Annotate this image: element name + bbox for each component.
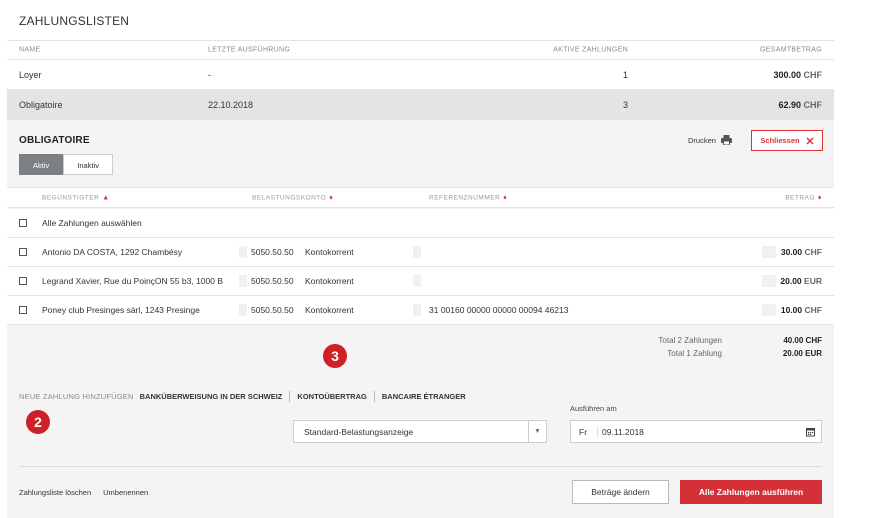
sort-arrow-icon: ▲ [102, 194, 110, 201]
list-row-total: 300.00 CHF [773, 69, 822, 80]
footer-divider [19, 466, 822, 467]
list-row-total: 62.90 CHF [778, 99, 822, 110]
total-label: Total 2 Zahlungen [658, 336, 722, 345]
sort-arrow-icon: ♦ [503, 194, 508, 201]
chevron-down-icon: ▼ [528, 421, 546, 442]
total-value: 40.00 CHF [783, 336, 822, 345]
list-table-header: NAME LETZTE AUSFÜHRUNG AKTIVE ZAHLUNGEN … [7, 41, 834, 60]
col-account[interactable]: BELASTUNGSKONTO ♦ [252, 194, 333, 201]
list-row-active-count: 1 [622, 69, 628, 80]
footer-links: Zahlungsliste löschen Umbenennen [19, 488, 148, 497]
list-row-obligatoire[interactable]: Obligatoire 22.10.2018 3 62.90 CHF [7, 90, 834, 120]
totals: Total 2 Zahlungen 40.00 CHF Total 1 Zahl… [562, 334, 822, 360]
payment-amount: 20.00 EUR [780, 276, 822, 286]
placeholder-block [239, 246, 247, 258]
close-icon [806, 136, 814, 145]
payment-account-type: Kontokorrent [305, 276, 354, 286]
total-label: Total 1 Zahlung [667, 349, 722, 358]
col-total: GESAMTBETRAG [760, 46, 822, 54]
execute-date-label: Ausführen am [570, 404, 617, 413]
payment-beneficiary: Legrand Xavier, Rue du PoinçON 55 b3, 10… [42, 276, 223, 286]
col-last-run: LETZTE AUSFÜHRUNG [208, 46, 291, 54]
payment-row[interactable]: Poney club Presinges sàrl, 1243 Presinge… [7, 296, 834, 325]
delete-list-link[interactable]: Zahlungsliste löschen [19, 488, 91, 497]
list-row-name: Obligatoire [19, 99, 63, 110]
link-account-transfer[interactable]: KONTOÜBERTRAG [297, 392, 366, 401]
change-amounts-button[interactable]: Beträge ändern [572, 480, 669, 504]
link-separator [289, 391, 291, 402]
payment-lists-panel: ZAHLUNGSLISTEN NAME LETZTE AUSFÜHRUNG AK… [7, 0, 834, 518]
select-all-label: Alle Zahlungen auswählen [42, 218, 142, 228]
list-row-last-run: 22.10.2018 [208, 99, 254, 110]
payment-reference: 31 00160 00000 00000 00094 46213 [429, 305, 569, 315]
total-line: Total 1 Zahlung 20.00 EUR [562, 347, 822, 360]
placeholder-block [762, 246, 776, 258]
placeholder-block [762, 304, 776, 316]
payments-header: BEGÜNSTIGTER ▲ BELASTUNGSKONTO ♦ REFERENZN… [7, 187, 834, 208]
debit-notice-value: Standard-Belastungsanzeige [304, 426, 414, 437]
step-badge-3: 3 [323, 344, 347, 368]
payment-beneficiary: Antonio DA COSTA, 1292 Chambésy [42, 247, 183, 257]
step-badge-2: 2 [26, 410, 50, 434]
sort-arrow-icon: ♦ [817, 194, 822, 201]
execute-all-button[interactable]: Alle Zahlungen ausführen [680, 480, 822, 504]
title-bar: ZAHLUNGSLISTEN [7, 0, 834, 41]
detail-title: OBLIGATOIRE [19, 135, 90, 146]
payment-row[interactable]: Antonio DA COSTA, 1292 Chambésy 5050.50.… [7, 238, 834, 267]
print-label: Drucken [688, 135, 716, 145]
tab-inaktiv[interactable]: Inaktiv [63, 154, 113, 175]
payment-amount: 30.00 CHF [780, 247, 822, 257]
execute-date-value: 09.11.2018 [597, 426, 644, 437]
execute-date-field[interactable]: Fr 09.11.2018 [570, 420, 822, 443]
total-line: Total 2 Zahlungen 40.00 CHF [562, 334, 822, 347]
payment-account: 5050.50.50 [251, 276, 294, 286]
payment-account-type: Kontokorrent [305, 247, 354, 257]
payment-beneficiary: Poney club Presinges sàrl, 1243 Presinge [42, 305, 200, 315]
payment-checkbox[interactable] [19, 248, 27, 256]
new-payment-label: NEUE ZAHLUNG HINZUFÜGEN [19, 392, 134, 401]
col-amount[interactable]: BETRAG ♦ [785, 194, 822, 201]
select-all-checkbox[interactable] [19, 219, 27, 227]
total-value: 20.00 EUR [782, 349, 822, 358]
link-domestic-transfer[interactable]: BANKÜBERWEISUNG IN DER SCHWEIZ [140, 392, 283, 401]
printer-icon [720, 135, 732, 145]
status-tabs: Aktiv Inaktiv [19, 154, 113, 175]
placeholder-block [413, 304, 421, 316]
list-row-last-run: - [208, 69, 211, 80]
payment-amount: 10.00 CHF [780, 305, 822, 315]
payment-checkbox[interactable] [19, 306, 27, 314]
payment-row[interactable]: Legrand Xavier, Rue du PoinçON 55 b3, 10… [7, 267, 834, 296]
debit-notice-select[interactable]: Standard-Belastungsanzeige ▼ [293, 420, 547, 443]
select-all-row[interactable]: Alle Zahlungen auswählen [7, 209, 834, 238]
close-button[interactable]: Schliessen [751, 130, 823, 151]
execute-weekday: Fr [579, 426, 588, 437]
placeholder-block [413, 275, 421, 287]
payment-account-type: Kontokorrent [305, 305, 354, 315]
placeholder-block [239, 275, 247, 287]
close-label: Schliessen [760, 136, 800, 145]
sort-arrow-icon: ♦ [329, 194, 334, 201]
col-beneficiary[interactable]: BEGÜNSTIGTER ▲ [42, 194, 110, 201]
placeholder-block [762, 275, 776, 287]
col-name: NAME [19, 46, 41, 54]
list-row-loyer[interactable]: Loyer - 1 300.00 CHF [7, 60, 834, 90]
placeholder-block [413, 246, 421, 258]
link-foreign-transfer[interactable]: BANCAIRE ÉTRANGER [382, 392, 466, 401]
rename-link[interactable]: Umbenennen [103, 488, 148, 497]
calendar-icon[interactable] [806, 427, 815, 436]
tab-aktiv[interactable]: Aktiv [19, 154, 64, 175]
placeholder-block [239, 304, 247, 316]
payment-account: 5050.50.50 [251, 305, 294, 315]
payment-account: 5050.50.50 [251, 247, 294, 257]
col-active: AKTIVE ZAHLUNGEN [553, 46, 628, 54]
payment-checkbox[interactable] [19, 277, 27, 285]
link-separator [373, 391, 375, 402]
list-row-active-count: 3 [622, 99, 628, 110]
print-button[interactable]: Drucken [688, 135, 732, 145]
new-payment-bar: NEUE ZAHLUNG HINZUFÜGEN BANKÜBERWEISUNG … [19, 391, 466, 402]
page-title: ZAHLUNGSLISTEN [19, 14, 130, 28]
col-reference[interactable]: REFERENZNUMMER ♦ [429, 194, 507, 201]
list-row-name: Loyer [19, 69, 42, 80]
